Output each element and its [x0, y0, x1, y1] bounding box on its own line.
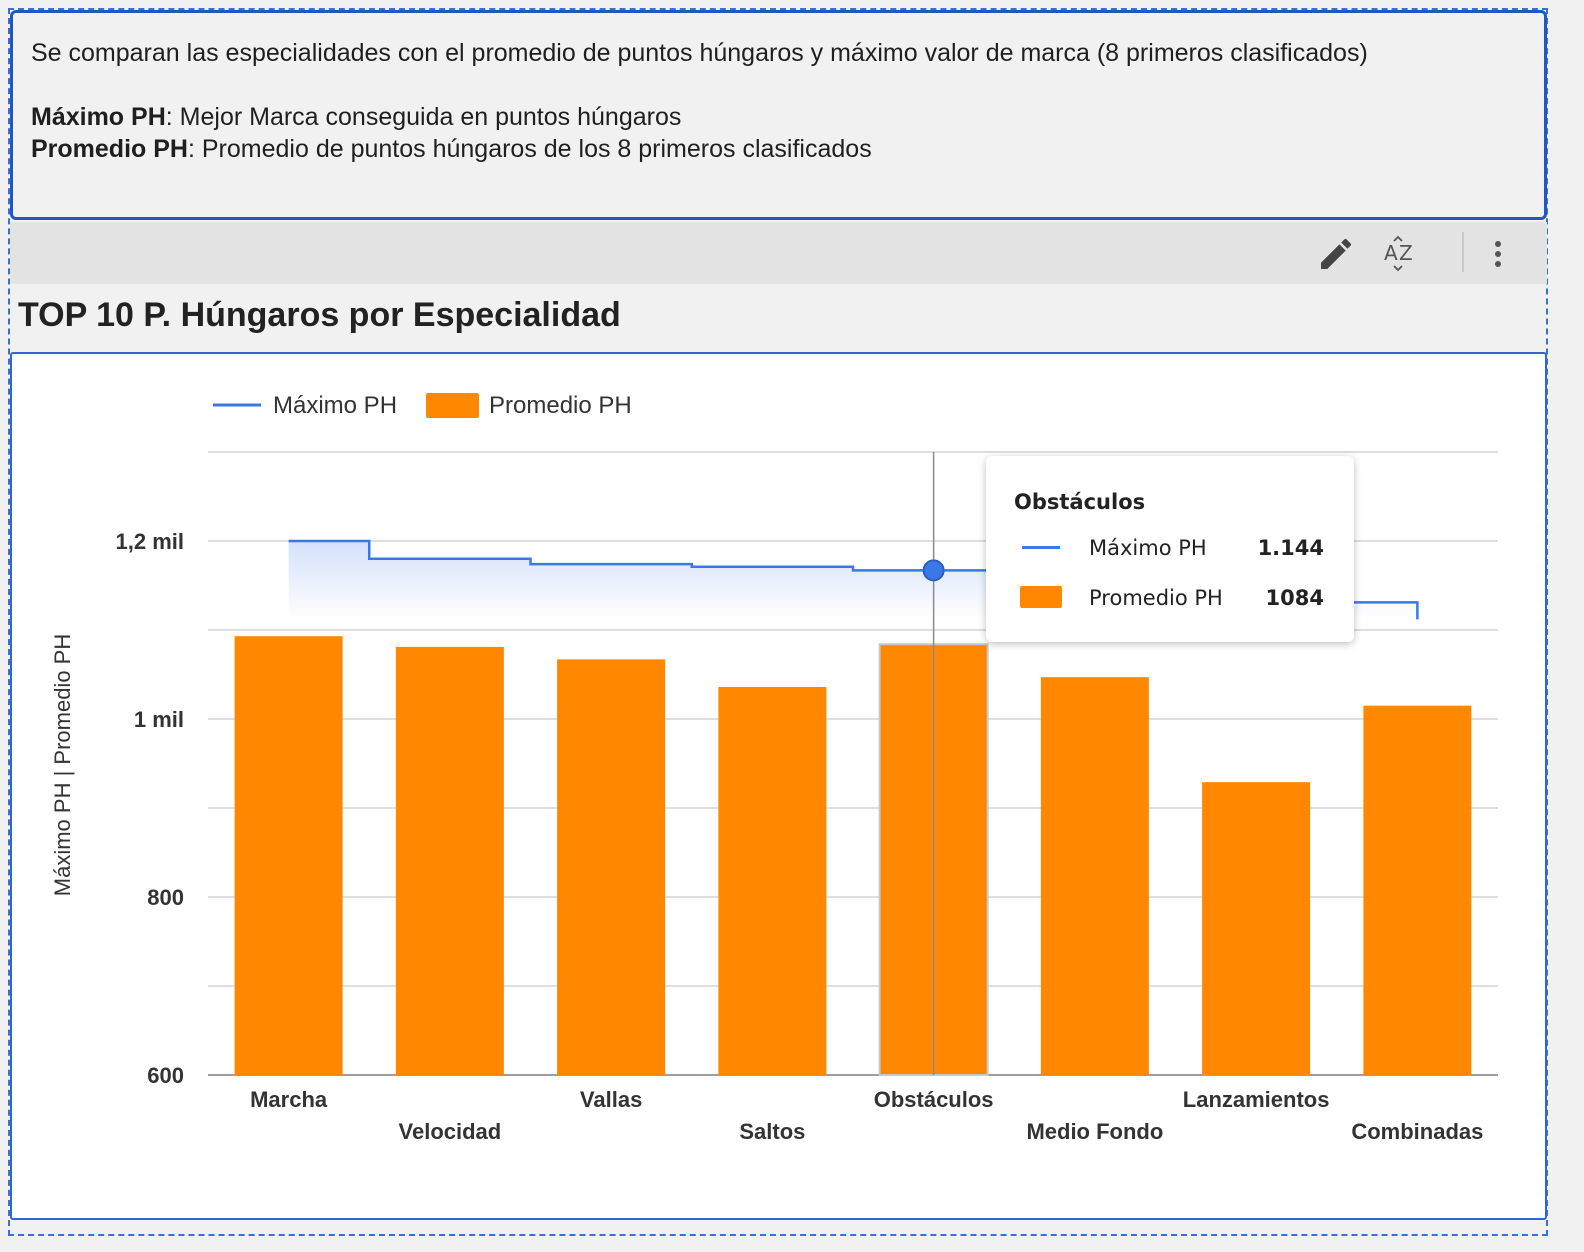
- bar-medio-fondo[interactable]: [1040, 677, 1149, 1075]
- x-tick-label: Velocidad: [399, 1119, 502, 1144]
- x-tick-label: Marcha: [250, 1087, 328, 1112]
- tooltip-row-promedio: Promedio PH 1084: [986, 578, 1354, 618]
- y-tick-label: 600: [147, 1063, 184, 1088]
- y-axis-ticks: 600 800 1 mil 1,2 mil: [116, 529, 184, 1088]
- x-tick-label: Vallas: [580, 1087, 642, 1112]
- x-tick-label: Combinadas: [1351, 1119, 1483, 1144]
- tooltip-value: 1084: [1265, 586, 1324, 610]
- bar-lanzamientos[interactable]: [1202, 782, 1311, 1075]
- y-tick-label: 800: [147, 885, 184, 910]
- tooltip-label: Promedio PH: [1089, 586, 1223, 610]
- legend-bar-swatch: [426, 393, 479, 418]
- bar-saltos[interactable]: [718, 686, 827, 1075]
- chart-legend: Máximo PH Promedio PH: [213, 392, 632, 419]
- y-axis-label: Máximo PH | Promedio PH: [50, 634, 75, 896]
- bar-series: [234, 636, 1472, 1076]
- tooltip-value: 1.144: [1257, 536, 1324, 560]
- legend-item-promedio[interactable]: Promedio PH: [489, 392, 632, 419]
- x-axis-ticks: Marcha Velocidad Vallas Saltos Obstáculos Med…: [250, 1087, 1483, 1144]
- tooltip-bar-swatch: [1020, 586, 1062, 608]
- x-tick-label: Saltos: [739, 1119, 805, 1144]
- hover-point[interactable]: [922, 559, 945, 582]
- bar-vallas[interactable]: [557, 659, 666, 1075]
- tooltip-row-maximo: Máximo PH 1.144: [986, 528, 1354, 568]
- bar-velocidad[interactable]: [395, 646, 504, 1075]
- legend-item-maximo[interactable]: Máximo PH: [273, 392, 397, 419]
- tooltip-label: Máximo PH: [1089, 536, 1207, 560]
- chart-tooltip: Obstáculos Máximo PH 1.144 Promedio PH 1…: [986, 456, 1354, 642]
- x-tick-label: Obstáculos: [874, 1087, 994, 1112]
- y-tick-label: 1 mil: [134, 707, 184, 732]
- x-tick-label: Medio Fondo: [1026, 1119, 1163, 1144]
- bar-marcha[interactable]: [234, 636, 343, 1075]
- x-tick-label: Lanzamientos: [1183, 1087, 1330, 1112]
- bar-combinadas[interactable]: [1363, 705, 1472, 1075]
- tooltip-line-swatch: [1022, 546, 1060, 549]
- y-tick-label: 1,2 mil: [116, 529, 184, 554]
- tooltip-title: Obstáculos: [1014, 490, 1146, 514]
